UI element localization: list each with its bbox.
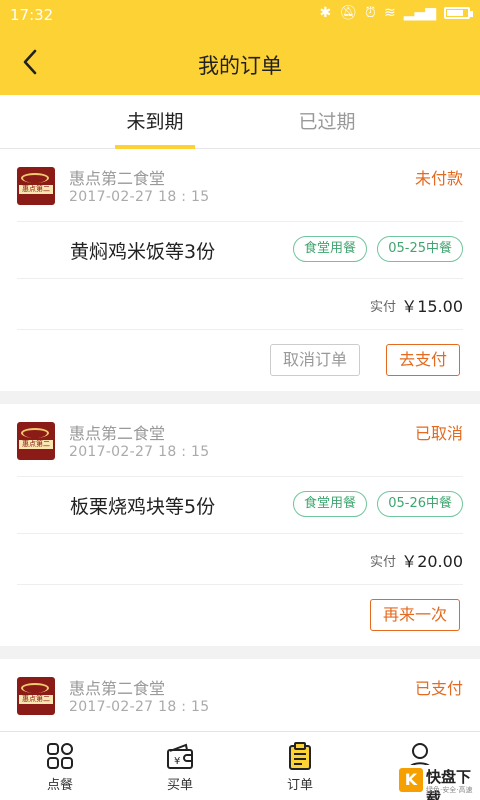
store-name: 惠点第二食堂: [69, 679, 166, 698]
meal-date-tag: 05-26中餐: [377, 491, 463, 517]
status-bar: 17:32 ✱ 🔕︎ ⏰︎ ≋ ▂▄▆: [0, 0, 480, 30]
amount-label: 实付: [369, 555, 396, 570]
status-time: 17:32: [10, 6, 54, 24]
order-amount-row: 实付 ￥15.00: [17, 279, 463, 330]
order-card[interactable]: 惠点第二食堂 惠点第二食堂 2017-02-27 18 : 15 未付款 黄焖鸡…: [0, 149, 480, 391]
meal-date-tag: 05-25中餐: [377, 236, 463, 262]
reorder-button[interactable]: 再来一次: [369, 599, 460, 631]
order-item-row: 黄焖鸡米饭等3份 食堂用餐 05-25中餐: [17, 222, 463, 279]
item-summary: 黄焖鸡米饭等3份: [70, 241, 216, 263]
amount-value: ￥20.00: [401, 552, 463, 571]
order-card[interactable]: 惠点第二食堂 惠点第二食堂 2017-02-27 18 : 15 已取消 板栗烧…: [0, 404, 480, 646]
item-summary: 板栗烧鸡块等5份: [70, 496, 216, 518]
store-logo: 惠点第二食堂: [17, 422, 55, 460]
order-tabs: 未到期 已过期: [0, 95, 480, 149]
watermark-subtext: 绿色·安全·高速: [426, 786, 473, 794]
order-time: 2017-02-27 18 : 15: [69, 444, 210, 460]
order-card[interactable]: 惠点第二食堂 惠点第二食堂 2017-02-27 18 : 15 已支付: [0, 659, 480, 731]
amount-value: ￥15.00: [401, 297, 463, 316]
nav-item-order-food[interactable]: 点餐: [0, 732, 120, 800]
wallet-icon: ¥: [167, 743, 193, 769]
order-header: 惠点第二食堂 惠点第二食堂 2017-02-27 18 : 15 未付款: [17, 149, 463, 222]
nav-item-orders[interactable]: 订单: [240, 732, 360, 800]
grid-icon: [47, 743, 73, 769]
order-status: 已支付: [414, 679, 463, 698]
clipboard-icon: [289, 742, 311, 770]
svg-text:¥: ¥: [174, 756, 180, 767]
order-header: 惠点第二食堂 惠点第二食堂 2017-02-27 18 : 15 已取消: [17, 404, 463, 477]
alarm-icon: ⏰︎: [365, 5, 376, 21]
order-actions: 再来一次: [17, 585, 463, 646]
order-actions: 取消订单 去支付: [17, 330, 463, 391]
mute-icon: 🔕︎: [339, 5, 358, 21]
nav-item-pay-bill[interactable]: ¥ 买单: [120, 732, 240, 800]
signal-icon: ▂▄▆: [403, 5, 436, 21]
store-logo: 惠点第二食堂: [17, 167, 55, 205]
nav-label: 点餐: [46, 778, 73, 793]
store-name: 惠点第二食堂: [69, 424, 166, 443]
battery-icon: [444, 7, 473, 19]
order-status: 已取消: [414, 424, 463, 443]
tab-not-expired[interactable]: 未到期: [110, 95, 200, 149]
cancel-order-button[interactable]: 取消订单: [269, 344, 360, 376]
order-amount-row: 实付 ￥20.00: [17, 534, 463, 585]
amount-label: 实付: [369, 300, 396, 315]
store-name: 惠点第二食堂: [69, 169, 166, 188]
order-header: 惠点第二食堂 惠点第二食堂 2017-02-27 18 : 15 已支付: [17, 659, 463, 731]
download-site-watermark: K 快盘下载 绿色·安全·高速: [397, 765, 477, 800]
order-item-row: 板栗烧鸡块等5份 食堂用餐 05-26中餐: [17, 477, 463, 534]
wifi-icon: ≋: [383, 5, 396, 21]
dining-type-tag: 食堂用餐: [292, 236, 367, 262]
order-time: 2017-02-27 18 : 15: [69, 189, 210, 205]
status-icons: ✱ 🔕︎ ⏰︎ ≋ ▂▄▆: [319, 5, 473, 21]
order-list[interactable]: 惠点第二食堂 惠点第二食堂 2017-02-27 18 : 15 未付款 黄焖鸡…: [0, 149, 480, 731]
bluetooth-icon: ✱: [319, 5, 332, 21]
nav-label: 订单: [286, 778, 313, 793]
tab-expired[interactable]: 已过期: [282, 95, 372, 149]
nav-label: 买单: [166, 778, 193, 793]
pay-button[interactable]: 去支付: [385, 344, 460, 376]
dining-type-tag: 食堂用餐: [292, 491, 367, 517]
order-time: 2017-02-27 18 : 15: [69, 699, 210, 715]
app-bar: 我的订单: [0, 30, 480, 95]
store-logo: 惠点第二食堂: [17, 677, 55, 715]
watermark-logo-icon: K: [399, 768, 423, 792]
order-status: 未付款: [414, 169, 463, 188]
page-title: 我的订单: [198, 54, 282, 78]
